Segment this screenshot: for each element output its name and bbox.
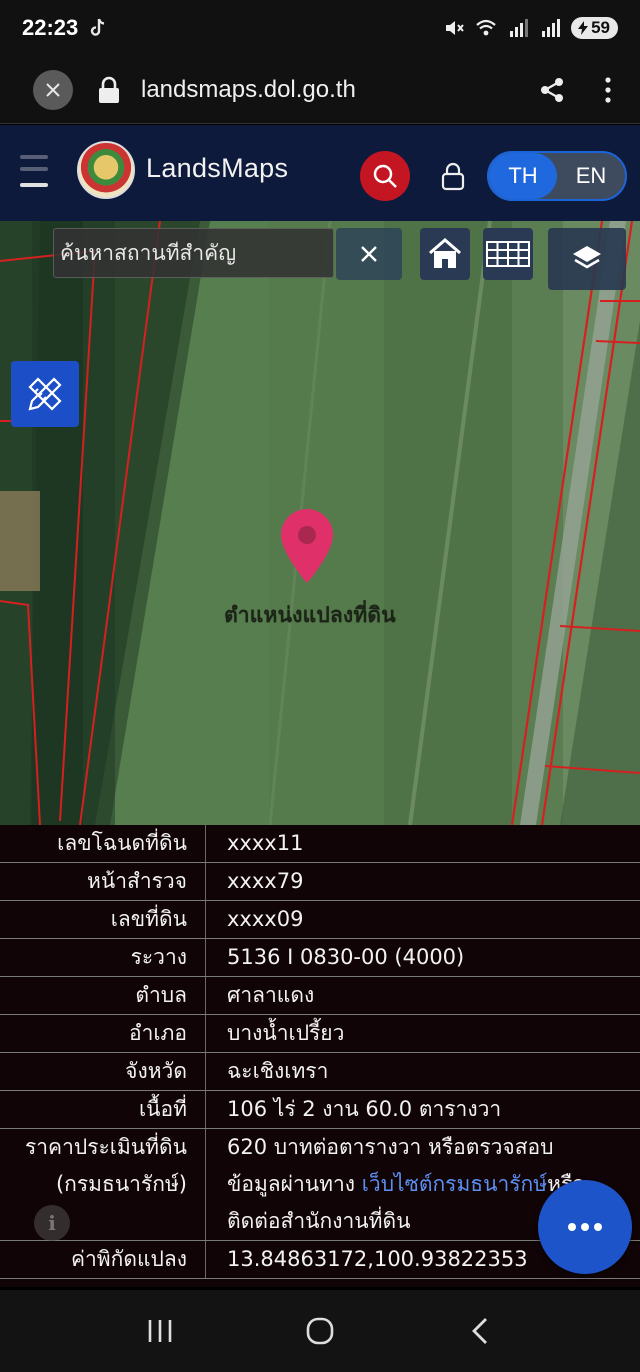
row-value: xxxx11 [227, 831, 304, 855]
wifi-icon [476, 19, 496, 36]
row-label: เลขโฉนดที่ดิน [0, 825, 206, 862]
browser-bar: landsmaps.dol.go.th [0, 56, 640, 124]
place-search-box[interactable] [53, 228, 334, 278]
appraisal-prefix: ข้อมูลผ่านทาง [227, 1172, 356, 1196]
table-row: ตำบล ศาลาแดง [0, 977, 640, 1015]
row-label: ระวาง [0, 939, 206, 976]
close-icon [361, 246, 377, 262]
table-row: หน้าสำรวจ xxxx79 [0, 863, 640, 901]
table-row: เนื้อที่ 106 ไร่ 2 งาน 60.0 ตารางวา [0, 1091, 640, 1129]
table-row: ระวาง 5136 I 0830-00 (4000) [0, 939, 640, 977]
status-time: 22:23 [22, 15, 79, 40]
layers-button[interactable] [548, 228, 626, 290]
signal-icon [542, 19, 561, 37]
treasury-website-link[interactable]: เว็บไซต์กรมธนารักษ์ [362, 1172, 547, 1196]
app-header: LandsMaps TH EN [0, 125, 640, 221]
language-toggle[interactable]: TH EN [487, 151, 627, 201]
brand-name: LandsMaps [146, 153, 289, 183]
table-row: จังหวัด ฉะเชิงเทรา [0, 1053, 640, 1091]
table-row: อำเภอ บางน้ำเปรี้ยว [0, 1015, 640, 1053]
home-icon [429, 238, 461, 268]
login-lock-icon[interactable] [440, 161, 466, 191]
row-label: เนื้อที่ [0, 1091, 206, 1128]
lang-th-button[interactable]: TH [489, 153, 557, 199]
appraisal-label-line2: (กรมธนารักษ์) [55, 1172, 187, 1196]
row-value: xxxx09 [227, 907, 304, 931]
more-horizontal-icon [568, 1223, 602, 1231]
row-label: อำเภอ [0, 1015, 206, 1052]
row-label: เลขที่ดิน [0, 901, 206, 938]
back-icon [472, 1318, 487, 1344]
url-text[interactable]: landsmaps.dol.go.th [141, 76, 356, 104]
row-label: จังหวัด [0, 1053, 206, 1090]
row-label: หน้าสำรวจ [0, 863, 206, 900]
mute-icon [446, 21, 464, 35]
close-icon [46, 82, 60, 97]
clear-search-button[interactable] [336, 228, 402, 280]
info-icon[interactable]: i [34, 1205, 70, 1241]
location-pin-icon[interactable] [277, 507, 337, 587]
recent-apps-button[interactable] [130, 1301, 190, 1361]
layers-icon [573, 246, 601, 269]
table-row: เลขโฉนดที่ดิน xxxx11 [0, 825, 640, 863]
search-button[interactable] [360, 151, 410, 201]
home-circle-icon [306, 1317, 334, 1345]
pin-label: ตำแหน่งแปลงที่ดิน [224, 603, 396, 627]
appraisal-value-line1: 620 บาทต่อตารางวา หรือตรวจสอบ [227, 1135, 554, 1159]
tiktok-icon [91, 18, 105, 36]
row-label: ตำบล [0, 977, 206, 1014]
measure-tool-button[interactable] [11, 361, 79, 427]
place-search-input[interactable] [60, 241, 333, 265]
home-button[interactable] [420, 228, 470, 280]
table-row: เลขที่ดิน xxxx09 [0, 901, 640, 939]
row-value: บางน้ำเปรี้ยว [227, 1021, 345, 1045]
more-options-button[interactable] [538, 1180, 632, 1274]
battery-level: 59 [591, 18, 610, 37]
recent-apps-icon [148, 1320, 172, 1342]
row-value: 5136 I 0830-00 (4000) [227, 945, 465, 969]
row-label: ราคาประเมินที่ดิน (กรมธนารักษ์) [0, 1129, 206, 1240]
lock-icon[interactable] [97, 76, 121, 104]
battery-icon: 59 [571, 17, 618, 39]
more-vertical-icon[interactable] [604, 76, 612, 104]
search-icon [373, 164, 397, 188]
row-label: ค่าพิกัดแปลง [0, 1241, 206, 1278]
row-value: ศาลาแดง [227, 983, 315, 1007]
grid-button[interactable] [483, 228, 533, 280]
grid-icon [486, 241, 530, 267]
dol-logo [77, 141, 135, 199]
share-icon[interactable] [538, 76, 566, 104]
row-value: 106 ไร่ 2 งาน 60.0 ตารางวา [227, 1097, 502, 1121]
status-icons: 59 [443, 17, 618, 39]
signal-icon [510, 19, 529, 37]
row-value: xxxx79 [227, 869, 304, 893]
appraisal-label-line1: ราคาประเมินที่ดิน [24, 1135, 187, 1159]
menu-icon[interactable] [20, 155, 48, 187]
status-bar: 22:23 59 [0, 0, 640, 56]
row-value: ฉะเชิงเทรา [227, 1059, 329, 1083]
close-tab-button[interactable] [33, 69, 73, 110]
map-view[interactable]: ตำแหน่งแปลงที่ดิน [0, 221, 640, 825]
home-nav-button[interactable] [290, 1301, 350, 1361]
lang-en-button[interactable]: EN [557, 153, 625, 199]
back-button[interactable] [450, 1301, 510, 1361]
ruler-pencil-icon [28, 377, 62, 411]
system-nav-bar [0, 1290, 640, 1372]
